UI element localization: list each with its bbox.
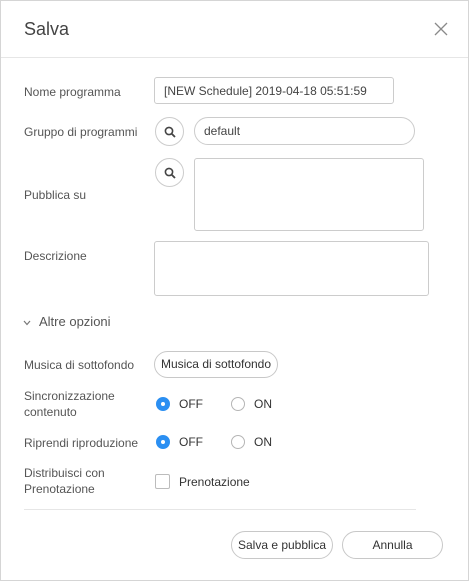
schedule-name-input[interactable] [154,77,394,104]
content-sync-off-label: OFF [179,397,203,411]
search-icon [164,126,176,138]
content-sync-on-label: ON [254,397,272,411]
background-music-label: Musica di sottofondo [24,358,135,372]
distribute-label: Distribuisci con Prenotazione [24,465,105,497]
background-music-button[interactable]: Musica di sottofondo [154,351,278,378]
distribute-label-line2: Prenotazione [24,482,95,496]
save-and-publish-button[interactable]: Salva e pubblica [231,531,333,559]
schedule-name-label: Nome programma [24,85,121,99]
resume-playback-on-label: ON [254,435,272,449]
reservation-checkbox-label: Prenotazione [179,475,250,489]
resume-playback-on-radio[interactable] [231,435,245,449]
content-sync-off-radio[interactable] [156,397,170,411]
publish-to-label: Pubblica su [24,188,87,202]
resume-playback-off-label: OFF [179,435,203,449]
publish-to-box[interactable] [194,158,424,231]
footer-divider [24,509,416,510]
more-options-label: Altre opzioni [39,314,111,329]
content-sync-label-line1: Sincronizzazione [24,389,115,403]
chevron-down-icon [23,314,31,329]
search-icon [164,167,176,179]
content-sync-label-line2: contenuto [24,405,77,419]
content-sync-label: Sincronizzazione contenuto [24,388,115,420]
close-icon[interactable] [434,22,448,36]
description-label: Descrizione [24,249,87,263]
description-textarea[interactable] [154,241,429,296]
dialog-header: Salva [1,1,468,58]
schedule-group-label: Gruppo di programmi [24,125,138,139]
more-options-toggle[interactable]: Altre opzioni [23,314,111,329]
resume-playback-label: Riprendi riproduzione [24,436,139,450]
distribute-label-line1: Distribuisci con [24,466,105,480]
content-sync-on-radio[interactable] [231,397,245,411]
save-dialog: Salva Nome programma Gruppo di programmi… [0,0,469,581]
schedule-group-input[interactable] [194,117,415,145]
dialog-title: Salva [24,19,70,39]
group-search-button[interactable] [155,117,184,146]
cancel-button[interactable]: Annulla [342,531,443,559]
reservation-checkbox[interactable] [155,474,170,489]
publish-search-button[interactable] [155,158,184,187]
resume-playback-off-radio[interactable] [156,435,170,449]
